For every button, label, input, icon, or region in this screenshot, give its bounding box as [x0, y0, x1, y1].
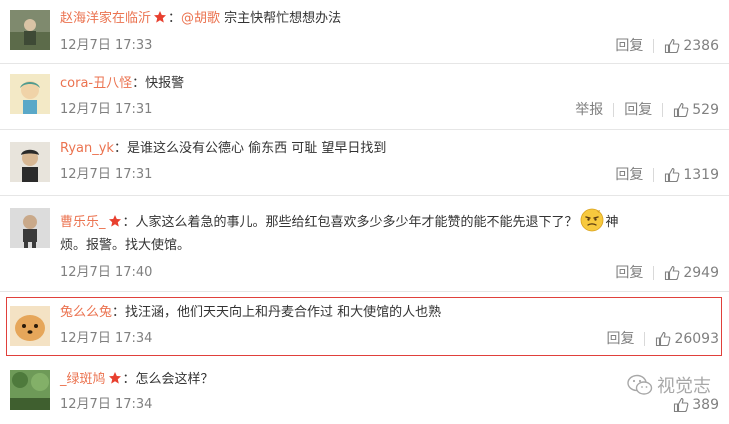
comment-item: 赵海洋家在临沂 ：@胡歌 宗主快帮忙想想办法 12月7日 17:33 回复 238… [0, 0, 729, 63]
comment-text: 赵海洋家在临沂 ：@胡歌 宗主快帮忙想想办法 [60, 9, 341, 29]
separator: ： [112, 305, 126, 320]
avatar[interactable] [10, 74, 50, 114]
comment-body: 快报警 [145, 76, 185, 91]
username-link[interactable]: 兔么么兔 [60, 305, 112, 320]
like-count: 2949 [683, 265, 719, 281]
username-link[interactable]: 曹乐乐_ [60, 215, 106, 230]
watermark-text: 视觉志 [657, 376, 711, 397]
vip-badge-icon [108, 371, 122, 385]
reply-button[interactable]: 回复 [624, 101, 652, 119]
separator: ： [122, 215, 136, 230]
reply-button[interactable]: 回复 [615, 166, 643, 184]
comment-body: 宗主快帮忙想想办法 [220, 11, 342, 26]
username-link[interactable]: Ryan_yk [60, 141, 114, 156]
like-button[interactable]: 389 [673, 396, 719, 414]
comment-actions: 回复 1319 [615, 166, 719, 184]
comment-body: 人家这么着急的事儿。那些给红包喜欢多少多少年才能赞的能不能先退下了？ [135, 215, 578, 230]
like-count: 529 [692, 102, 719, 118]
comment-actions: 举报 回复 529 [575, 101, 719, 119]
comment-actions: 389 [673, 396, 719, 414]
avatar[interactable] [10, 208, 50, 248]
username-link[interactable]: 赵海洋家在临沂 [60, 11, 151, 26]
like-button[interactable]: 2386 [664, 37, 719, 55]
comment-body: 找汪涵，他们天天向上和丹麦合作过 和大使馆的人也熟 [125, 305, 442, 320]
like-count: 389 [692, 397, 719, 413]
comment-actions: 回复 2386 [615, 37, 719, 55]
comment-item: 曹乐乐_ ：人家这么着急的事儿。那些给红包喜欢多少多少年才能赞的能不能先退下了？ 神… [0, 196, 729, 291]
divider [653, 266, 655, 280]
like-button[interactable]: 1319 [664, 166, 719, 184]
timestamp: 12月7日 17:40 [60, 265, 153, 280]
avatar[interactable] [10, 10, 50, 50]
username-link[interactable]: cora-丑八怪 [60, 76, 132, 91]
timestamp: 12月7日 17:31 [60, 102, 153, 117]
like-count: 2386 [683, 38, 719, 54]
comment-item: 兔么么兔：找汪涵，他们天天向上和丹麦合作过 和大使馆的人也熟 12月7日 17:… [0, 297, 729, 357]
separator: ： [122, 372, 136, 387]
wechat-icon [627, 374, 653, 395]
thinking-emoji-icon [580, 208, 604, 232]
comment-text: 兔么么兔：找汪涵，他们天天向上和丹麦合作过 和大使馆的人也熟 [60, 303, 441, 323]
vip-badge-icon [108, 214, 122, 228]
reply-button[interactable]: 回复 [615, 37, 643, 55]
watermark: 视觉志 [627, 372, 711, 398]
divider [644, 332, 646, 346]
mention-link[interactable]: @胡歌 [181, 11, 220, 26]
thumbs-up-icon [656, 331, 671, 347]
username-link[interactable]: _绿斑鸠 [60, 372, 106, 387]
like-button[interactable]: 26093 [655, 330, 719, 348]
thumbs-up-icon [674, 397, 689, 413]
reply-button[interactable]: 回复 [606, 330, 634, 348]
comment-text: 曹乐乐_ ：人家这么着急的事儿。那些给红包喜欢多少多少年才能赞的能不能先退下了？ 神 [60, 208, 619, 233]
divider [613, 103, 615, 117]
vip-badge-icon [153, 10, 167, 24]
thumbs-up-icon [665, 265, 680, 281]
thumbs-up-icon [665, 167, 680, 183]
divider [662, 103, 664, 117]
comment-item: cora-丑八怪：快报警 12月7日 17:31 举报 回复 529 [0, 64, 729, 129]
thumbs-up-icon [674, 102, 689, 118]
like-button[interactable]: 2949 [664, 264, 719, 282]
like-count: 1319 [683, 167, 719, 183]
reply-button[interactable]: 回复 [615, 264, 643, 282]
comment-actions: 回复 26093 [606, 330, 719, 348]
divider [0, 291, 729, 292]
like-count: 26093 [674, 331, 719, 347]
comment-item: _绿斑鸠 ：怎么会这样？ 12月7日 17:34 389 [0, 360, 729, 424]
comment-text-line2: 烦。报警。找大使馆。 [60, 236, 190, 256]
divider [653, 168, 655, 182]
avatar[interactable] [10, 370, 50, 410]
separator: ： [113, 141, 127, 156]
comment-text: cora-丑八怪：快报警 [60, 74, 184, 94]
comment-body: 是谁这么没有公德心 偷东西 可耻 望早日找到 [126, 141, 387, 156]
comment-text: _绿斑鸠 ：怎么会这样？ [60, 370, 214, 390]
report-button[interactable]: 举报 [575, 101, 603, 119]
thumbs-up-icon [665, 38, 680, 54]
avatar[interactable] [10, 306, 50, 346]
timestamp: 12月7日 17:33 [60, 38, 153, 53]
comment-body: 怎么会这样？ [135, 372, 214, 387]
like-button[interactable]: 529 [673, 101, 719, 119]
timestamp: 12月7日 17:34 [60, 331, 153, 346]
timestamp: 12月7日 17:31 [60, 167, 153, 182]
separator: ： [132, 76, 146, 91]
comment-item: Ryan_yk：是谁这么没有公德心 偷东西 可耻 望早日找到 12月7日 17:… [0, 130, 729, 195]
comment-body-line2: 烦。报警。找大使馆。 [60, 238, 191, 253]
separator: ： [168, 11, 182, 26]
timestamp: 12月7日 17:34 [60, 397, 153, 412]
comment-actions: 回复 2949 [615, 264, 719, 282]
avatar[interactable] [10, 142, 50, 182]
divider [653, 39, 655, 53]
comment-body-continued: 神 [605, 215, 619, 230]
comment-text: Ryan_yk：是谁这么没有公德心 偷东西 可耻 望早日找到 [60, 139, 386, 159]
